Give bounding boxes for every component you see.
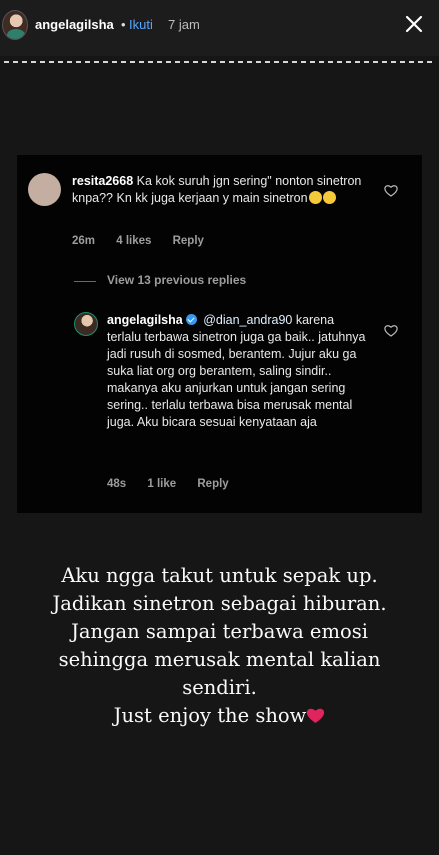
separator-dot: • [121, 17, 126, 32]
laughing-emoji-icon [322, 191, 336, 204]
laughing-emoji-icon [308, 191, 322, 204]
profile-avatar[interactable] [2, 10, 28, 40]
replier-username: angelagilsha [107, 313, 183, 327]
replies-divider [74, 281, 96, 282]
reply-reply-link: Reply [197, 478, 229, 490]
comment-reply-link: Reply [172, 235, 204, 247]
caption-line: sehingga merusak mental kalian [58, 648, 381, 671]
commenter-avatar [28, 173, 61, 206]
comment-screenshot: resita2668 Ka kok suruh jgn sering" nont… [17, 155, 422, 513]
comment-time: 26m [72, 235, 96, 247]
caption-line: Just enjoy the show [113, 704, 307, 727]
caption-line: Aku ngga takut untuk sepak up. [61, 564, 378, 587]
reply-time: 48s [107, 478, 127, 490]
reply-likes: 1 like [147, 478, 177, 490]
caption-last-line: Just enjoy the show [0, 702, 439, 730]
red-heart-emoji-icon [307, 708, 325, 723]
comment-likes: 4 likes [116, 235, 152, 247]
verified-icon [185, 314, 197, 325]
story-progress-bar [4, 61, 435, 63]
story-header: angelagilsha • Ikuti 7 jam [0, 0, 439, 56]
story-caption: Aku ngga takut untuk sepak up. Jadikan s… [0, 562, 439, 730]
story-time: 7 jam [168, 17, 200, 32]
comment-body: resita2668 Ka kok suruh jgn sering" nont… [72, 173, 372, 207]
heart-icon [384, 185, 398, 197]
reply-text: karena terlalu terbawa sinetron juga ga … [107, 313, 366, 429]
heart-icon [384, 325, 398, 337]
reply-body: angelagilsha @dian_andra90 karena terlal… [107, 312, 367, 431]
reply-mention: @dian_andra90 [203, 313, 293, 327]
reply-meta: 48s 1 like Reply [107, 478, 247, 490]
view-replies-link: View 13 previous replies [107, 273, 247, 287]
comment-meta: 26m 4 likes Reply [72, 235, 222, 247]
caption-line: Jadikan sinetron sebagai hiburan. [52, 592, 387, 615]
story-username[interactable]: angelagilsha [35, 17, 114, 32]
caption-line: Jangan sampai terbawa emosi [71, 620, 368, 643]
close-icon[interactable] [404, 14, 424, 34]
caption-line: sendiri. [182, 676, 257, 699]
commenter-username: resita2668 [72, 174, 134, 188]
replier-avatar [74, 312, 98, 336]
follow-button[interactable]: Ikuti [129, 17, 153, 32]
